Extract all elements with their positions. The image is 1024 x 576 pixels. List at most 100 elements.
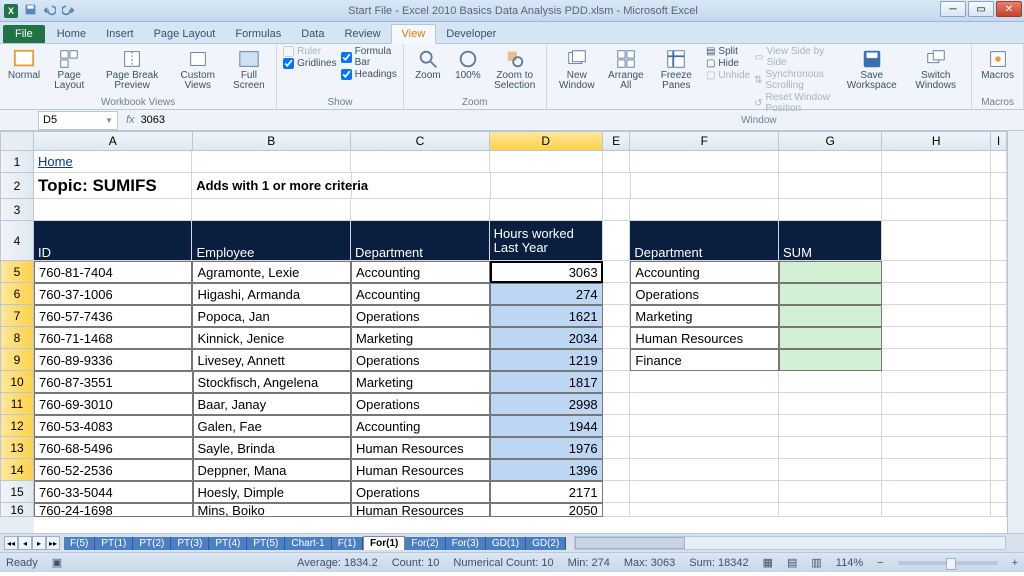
cell[interactable]: Baar, Janay — [193, 393, 352, 415]
column-header[interactable]: E — [603, 131, 631, 151]
cell-grid[interactable]: A B C D E F G H I Home Topic: SUMIFSAdds… — [34, 131, 1007, 533]
sheet-tab[interactable]: PT(4) — [209, 537, 247, 550]
column-header[interactable]: A — [34, 131, 193, 151]
undo-icon[interactable] — [43, 3, 56, 16]
cell[interactable]: Home — [34, 151, 192, 173]
cell[interactable] — [882, 459, 991, 481]
macros-button[interactable]: Macros — [978, 46, 1017, 83]
tab-file[interactable]: File — [3, 25, 45, 43]
cell[interactable] — [991, 283, 1007, 305]
sheet-tab[interactable]: PT(2) — [133, 537, 171, 550]
row-header[interactable]: 10 — [0, 371, 34, 393]
cell[interactable] — [491, 173, 604, 199]
column-header[interactable]: B — [193, 131, 352, 151]
row-header[interactable]: 4 — [0, 221, 34, 261]
row-header[interactable]: 16 — [0, 503, 34, 517]
cell[interactable] — [630, 459, 779, 481]
cell[interactable] — [351, 199, 490, 221]
cell[interactable] — [779, 393, 882, 415]
cell[interactable] — [991, 503, 1007, 517]
cell[interactable] — [779, 327, 882, 349]
sheet-tab[interactable]: GD(2) — [526, 537, 566, 550]
row-header[interactable]: 13 — [0, 437, 34, 459]
cell[interactable] — [991, 349, 1007, 371]
row-header[interactable]: 11 — [0, 393, 34, 415]
cell[interactable]: 760-89-9336 — [34, 349, 192, 371]
zoom-out-button[interactable]: − — [877, 557, 883, 569]
cell[interactable]: 1976 — [490, 437, 603, 459]
cell[interactable]: Human Resources — [630, 327, 779, 349]
row-header[interactable]: 15 — [0, 481, 34, 503]
cell[interactable] — [603, 199, 631, 221]
tab-nav-first[interactable]: ◂◂ — [4, 536, 18, 550]
cell[interactable]: 760-52-2536 — [34, 459, 193, 481]
sheet-tab-active[interactable]: For(1) — [363, 536, 405, 550]
fx-icon[interactable]: fx — [126, 114, 135, 126]
cell[interactable]: Operations — [351, 393, 490, 415]
tab-nav-next[interactable]: ▸ — [32, 536, 46, 550]
cell[interactable]: 2034 — [490, 327, 603, 349]
column-header[interactable]: F — [630, 131, 779, 151]
cell[interactable]: Accounting — [351, 283, 490, 305]
full-screen-button[interactable]: Full Screen — [228, 46, 270, 93]
cell[interactable] — [779, 481, 882, 503]
cell[interactable] — [882, 349, 991, 371]
cell[interactable] — [991, 305, 1007, 327]
minimize-button[interactable]: ─ — [940, 1, 966, 17]
cell[interactable] — [779, 283, 882, 305]
cell[interactable] — [991, 393, 1007, 415]
cell[interactable]: ID — [34, 221, 192, 261]
cell[interactable] — [630, 371, 779, 393]
cell[interactable]: Mins, Boiko — [193, 503, 352, 517]
hide-button[interactable]: ▢Hide — [706, 58, 750, 69]
select-all-corner[interactable] — [0, 131, 34, 151]
cell[interactable]: Finance — [630, 349, 779, 371]
cell[interactable] — [603, 261, 631, 283]
cell[interactable] — [630, 199, 779, 221]
status-zoom[interactable]: 114% — [836, 557, 863, 569]
vertical-scrollbar[interactable] — [1007, 131, 1024, 533]
macro-record-icon[interactable]: ▣ — [52, 556, 62, 569]
cell[interactable] — [991, 437, 1007, 459]
cell[interactable]: 760-24-1698 — [34, 503, 193, 517]
cell[interactable]: 760-33-5044 — [34, 481, 193, 503]
row-header[interactable]: 8 — [0, 327, 34, 349]
cell[interactable] — [991, 151, 1007, 173]
cell[interactable]: 1817 — [490, 371, 603, 393]
cell[interactable]: Marketing — [630, 305, 779, 327]
cell[interactable] — [779, 305, 882, 327]
row-header[interactable]: 5 — [0, 261, 34, 283]
cell[interactable]: SUM — [779, 221, 882, 261]
sheet-tab[interactable]: PT(1) — [95, 537, 133, 550]
sheet-tab[interactable]: GD(1) — [486, 537, 526, 550]
cell[interactable] — [779, 503, 882, 517]
cell[interactable]: 2171 — [490, 481, 603, 503]
tab-data[interactable]: Data — [291, 25, 334, 43]
cell[interactable] — [603, 415, 631, 437]
row-header[interactable]: 2 — [0, 173, 34, 199]
formula-bar-checkbox[interactable]: Formula Bar — [341, 46, 397, 68]
cell[interactable]: Operations — [351, 481, 490, 503]
cell[interactable] — [779, 349, 882, 371]
cell[interactable]: Adds with 1 or more criteria — [192, 173, 352, 199]
column-header[interactable]: C — [351, 131, 490, 151]
cell[interactable] — [603, 151, 631, 173]
tab-insert[interactable]: Insert — [96, 25, 144, 43]
cell[interactable]: Marketing — [351, 327, 490, 349]
cell[interactable] — [192, 199, 350, 221]
tab-view[interactable]: View — [391, 24, 437, 44]
sheet-tab[interactable]: F(1) — [332, 537, 363, 550]
cell[interactable]: 760-69-3010 — [34, 393, 193, 415]
cell[interactable]: 1621 — [490, 305, 603, 327]
cell[interactable] — [882, 481, 991, 503]
cell[interactable] — [192, 151, 350, 173]
column-header[interactable]: G — [779, 131, 882, 151]
cell[interactable]: Kinnick, Jenice — [192, 327, 350, 349]
view-layout-icon[interactable]: ▤ — [787, 556, 797, 569]
cell[interactable]: Hours worked Last Year — [490, 221, 603, 261]
page-layout-button[interactable]: Page Layout — [46, 46, 92, 93]
cell[interactable]: Galen, Fae — [193, 415, 352, 437]
cell[interactable]: Higashi, Armanda — [192, 283, 350, 305]
cell[interactable]: Deppner, Mana — [193, 459, 352, 481]
zoom-slider[interactable] — [898, 561, 998, 565]
